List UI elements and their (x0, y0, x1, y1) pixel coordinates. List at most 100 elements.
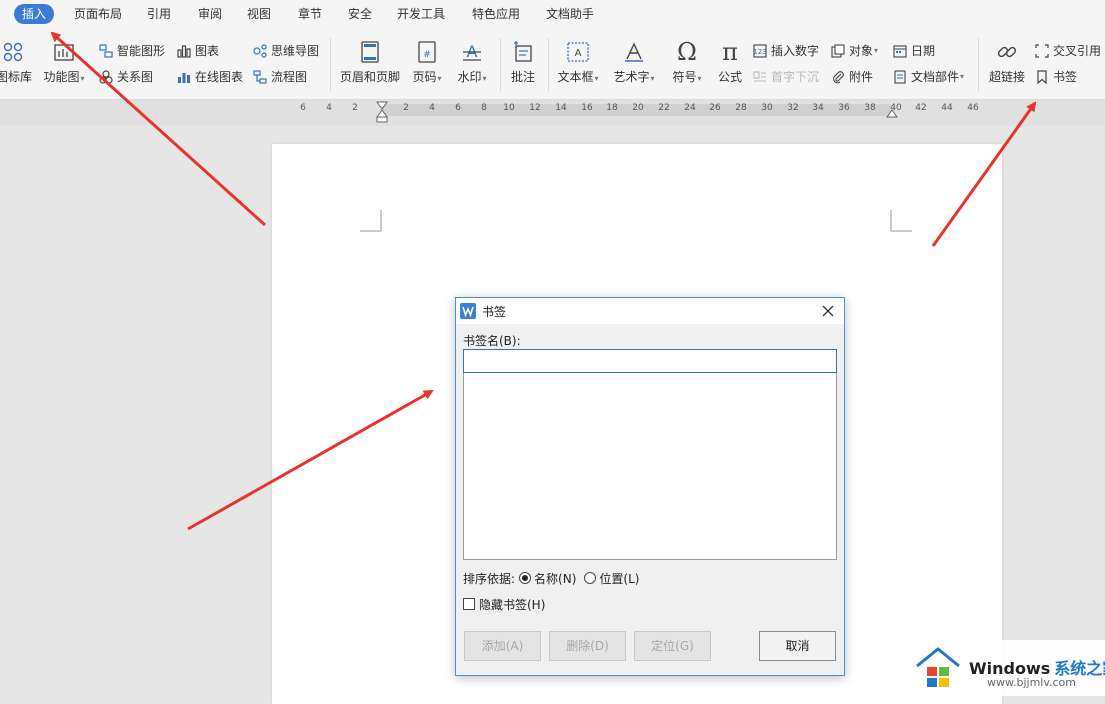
comment-label: 批注 (510, 70, 535, 84)
chart-button[interactable]: 图表 (176, 42, 219, 60)
bookmark-list[interactable] (463, 373, 837, 560)
tab-developer[interactable]: 开发工具 (397, 4, 445, 24)
ruler-tick: 24 (684, 103, 696, 113)
ruler-tick: 10 (503, 103, 515, 113)
chart-label: 图表 (195, 44, 220, 58)
tab-references[interactable]: 引用 (147, 4, 171, 24)
hyperlink-button[interactable]: 超链接 (986, 38, 1028, 90)
icon-library-button[interactable]: 图标库 (0, 38, 34, 90)
icon-library-icon (0, 38, 34, 66)
function-chart-button[interactable]: 功能图▾ (42, 38, 86, 90)
chevron-down-icon: ▾ (482, 74, 487, 83)
insert-number-button[interactable]: 123 插入数字 (752, 42, 819, 60)
online-chart-icon (176, 69, 192, 85)
tab-security[interactable]: 安全 (348, 4, 372, 24)
header-footer-button[interactable]: 页眉和页脚 (338, 38, 402, 90)
horizontal-ruler[interactable]: 6 4 2 2 4 6 8 10 12 14 16 18 20 22 24 26… (0, 100, 1105, 126)
date-button[interactable]: 日期 (892, 42, 935, 60)
ruler-tick: 32 (787, 103, 799, 113)
online-chart-button[interactable]: 在线图表 (176, 68, 243, 86)
site-watermark: Windows系统之家 www.bjjmlv.com (905, 640, 1105, 696)
delete-button[interactable]: 删除(D) (549, 631, 626, 661)
chart-icon (176, 43, 192, 59)
margin-corner-top-left (360, 210, 382, 232)
chevron-down-icon: ▾ (874, 46, 879, 55)
mind-map-button[interactable]: 思维导图 (252, 42, 319, 60)
hide-bookmarks-label[interactable]: 隐藏书签(H) (479, 596, 545, 613)
ruler-tick: 44 (941, 103, 953, 113)
tab-view[interactable]: 视图 (247, 4, 271, 24)
tab-doc-assistant[interactable]: 文档助手 (546, 4, 594, 24)
goto-button[interactable]: 定位(G) (634, 631, 711, 661)
add-button[interactable]: 添加(A) (464, 631, 541, 661)
ruler-tick: 42 (915, 103, 927, 113)
windows-house-logo-icon (916, 647, 960, 687)
page-number-label: 页码 (412, 70, 437, 84)
link-icon (986, 38, 1028, 66)
ruler-tick: 38 (864, 103, 876, 113)
drop-cap-label: 首字下沉 (771, 70, 820, 84)
smart-shape-label: 智能图形 (117, 44, 166, 58)
text-box-icon: A (554, 38, 602, 66)
sort-by-name-label[interactable]: 名称(N) (534, 570, 576, 587)
tab-review[interactable]: 审阅 (198, 4, 222, 24)
doc-parts-button[interactable]: 文档部件 ▾ (892, 68, 964, 86)
ruler-tick: 14 (555, 103, 567, 113)
bar-chart-icon (42, 38, 86, 66)
ruler-tick: 6 (300, 103, 306, 113)
flow-chart-label: 流程图 (271, 70, 308, 84)
svg-text:A: A (575, 48, 582, 59)
tab-page-layout[interactable]: 页面布局 (74, 4, 122, 24)
hide-bookmarks-checkbox[interactable] (463, 598, 475, 610)
indent-marker-icon[interactable] (376, 101, 388, 125)
tab-chapter[interactable]: 章节 (298, 4, 322, 24)
ruler-tick: 30 (761, 103, 773, 113)
ruler-tick: 4 (326, 103, 332, 113)
ruler-tick: 18 (606, 103, 618, 113)
watermark-button[interactable]: A 水印▾ (454, 38, 490, 90)
flow-chart-button[interactable]: 流程图 (252, 68, 307, 86)
sort-by-position-radio[interactable] (584, 572, 597, 584)
page-number-icon: # (408, 38, 446, 66)
ruler-tick: 16 (581, 103, 593, 113)
number-icon: 123 (752, 43, 768, 59)
dialog-titlebar[interactable]: 书签 (456, 298, 844, 324)
tab-insert[interactable]: 插入 (14, 4, 55, 24)
cross-reference-button[interactable]: 交叉引用 (1034, 42, 1101, 60)
object-label: 对象 (849, 44, 874, 58)
menu-bar: 插入 页面布局 引用 审阅 视图 章节 安全 开发工具 特色应用 文档助手 (0, 0, 1105, 28)
tab-special-apps[interactable]: 特色应用 (472, 4, 520, 24)
relation-chart-label: 关系图 (117, 70, 154, 84)
relation-chart-button[interactable]: 关系图 (98, 68, 153, 86)
relation-chart-icon (98, 69, 114, 85)
object-button[interactable]: 对象 ▾ (830, 42, 878, 60)
smart-shape-button[interactable]: 智能图形 (98, 42, 165, 60)
right-indent-marker-icon[interactable] (886, 108, 898, 118)
hyperlink-label: 超链接 (988, 70, 1025, 84)
page-number-button[interactable]: # 页码▾ (408, 38, 446, 90)
symbol-label: 符号 (672, 70, 697, 84)
bookmark-icon (1034, 69, 1050, 85)
bookmark-button[interactable]: 书签 (1034, 68, 1077, 86)
ruler-tick: 20 (632, 103, 644, 113)
word-art-button[interactable]: 艺术字▾ (610, 38, 658, 90)
sort-by-name-radio[interactable] (519, 572, 532, 584)
word-art-label: 艺术字 (613, 70, 650, 84)
cancel-button[interactable]: 取消 (759, 631, 836, 661)
symbol-button[interactable]: Ω 符号▾ (668, 38, 706, 90)
chevron-down-icon: ▾ (697, 74, 702, 83)
formula-button[interactable]: π 公式 (714, 38, 746, 90)
ruler-tick: 26 (709, 103, 721, 113)
ruler-tick: 6 (455, 103, 461, 113)
bookmark-dialog: 书签 书签名(B): 排序依据: 名称(N) 位置(L) 隐藏书签(H) 添加(… (455, 297, 845, 676)
comment-button[interactable]: 批注 (506, 38, 540, 90)
attachment-button[interactable]: 附件 (830, 68, 873, 86)
sort-by-position-label[interactable]: 位置(L) (599, 570, 639, 587)
word-art-icon (610, 38, 658, 66)
drop-cap-button[interactable]: 首字下沉 (752, 68, 819, 86)
close-icon[interactable] (820, 303, 836, 319)
text-box-button[interactable]: A 文本框▾ (554, 38, 602, 90)
function-chart-label: 功能图 (43, 70, 80, 84)
bookmark-name-input[interactable] (463, 349, 837, 373)
sort-by-label: 排序依据: (463, 571, 516, 586)
